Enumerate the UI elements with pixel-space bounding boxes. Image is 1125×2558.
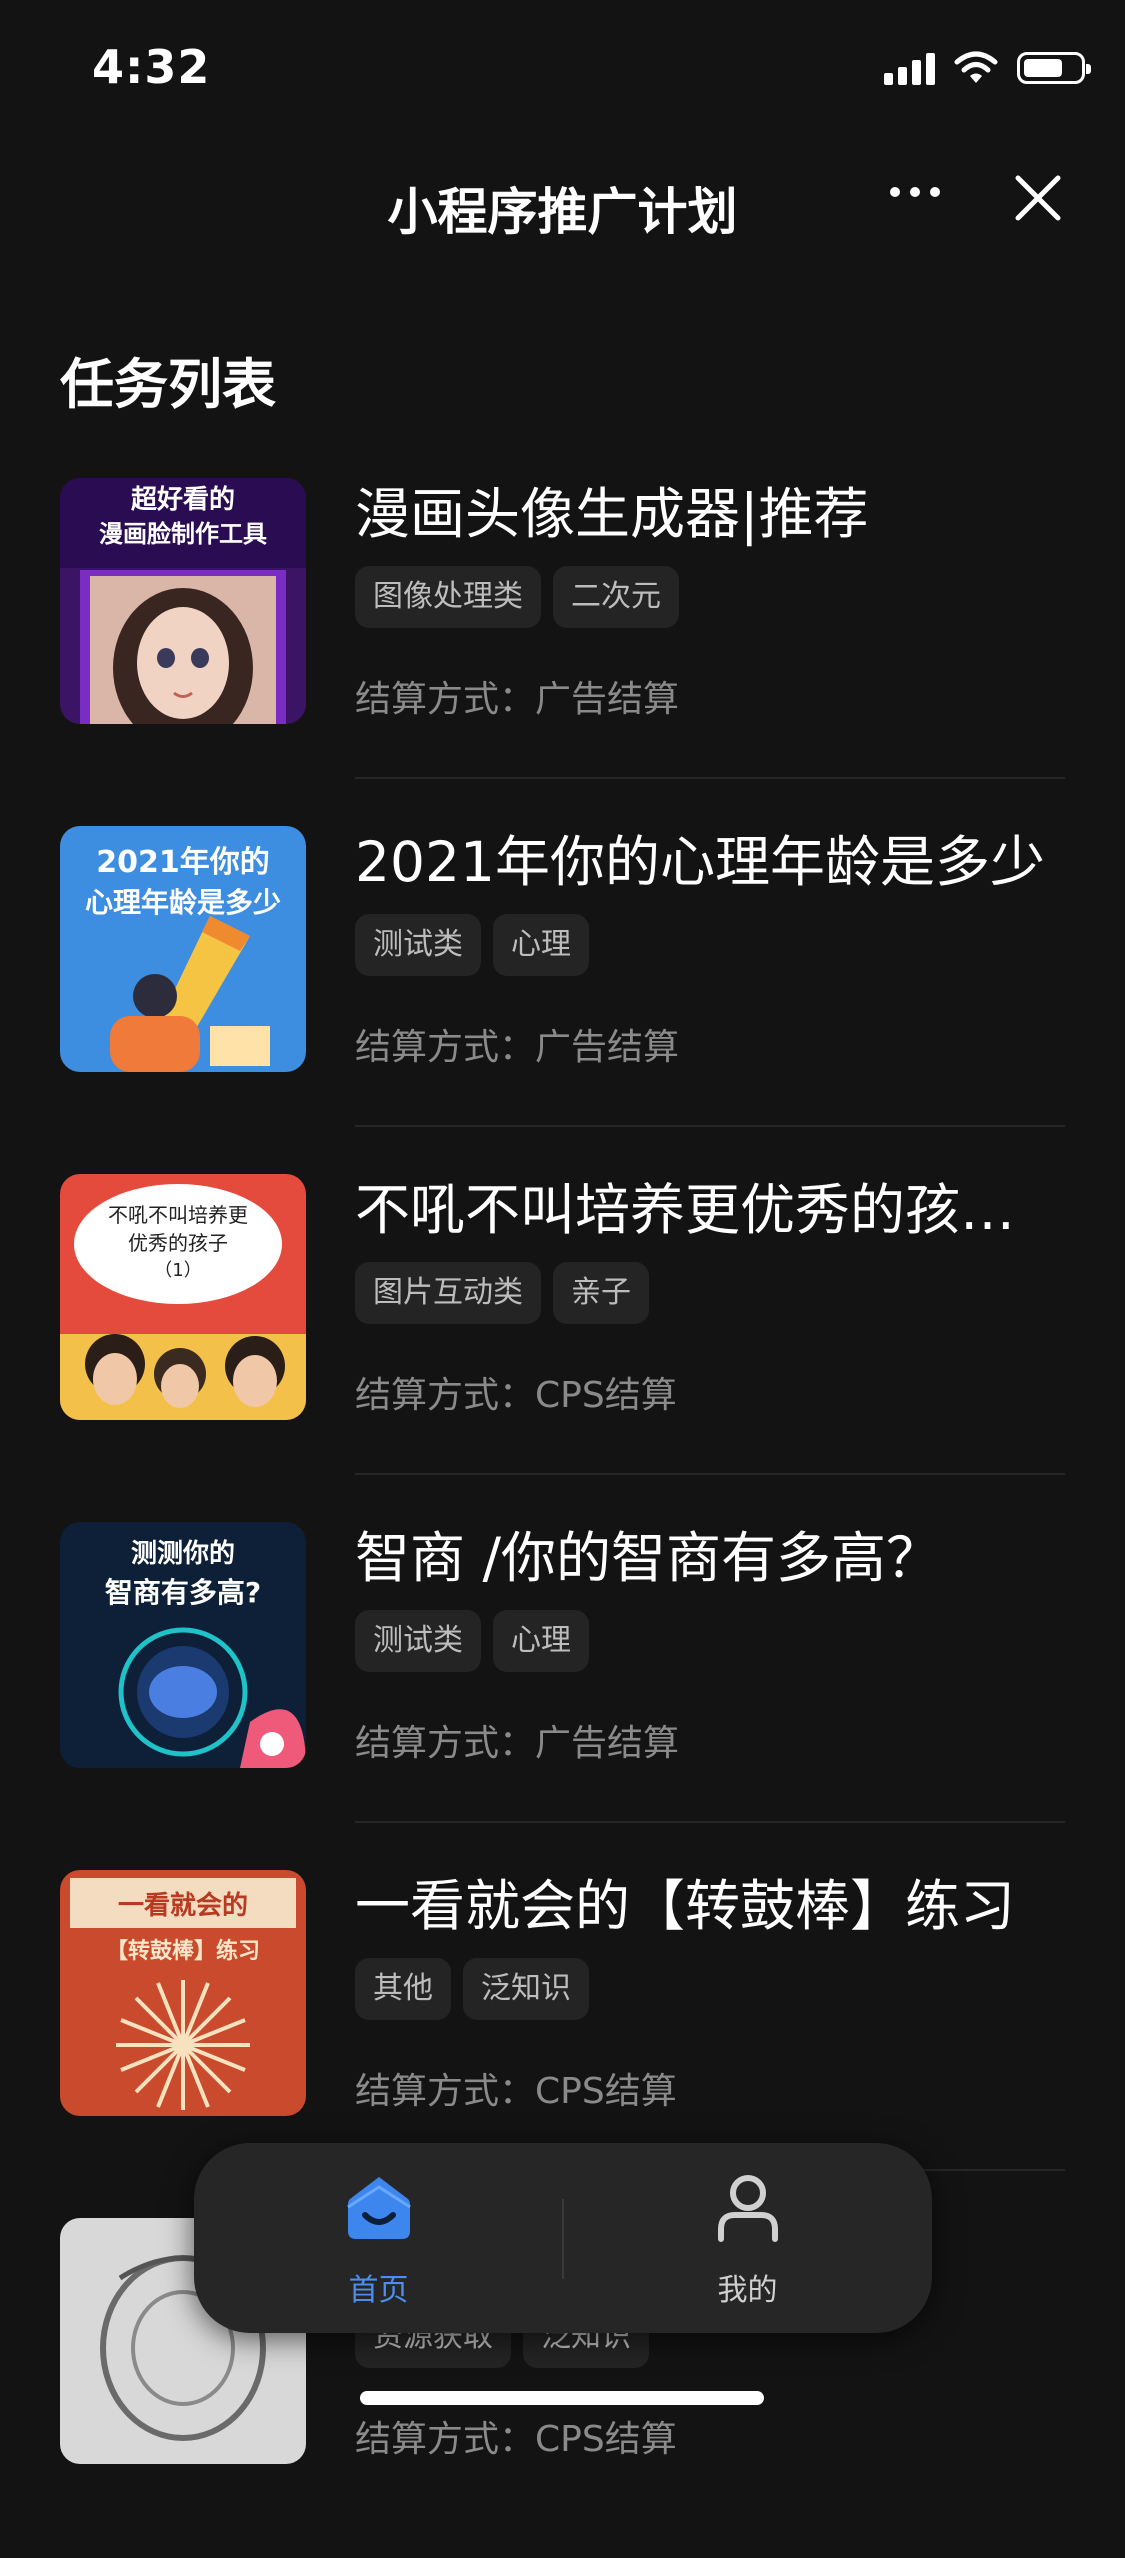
divider bbox=[355, 777, 1065, 779]
tab-mine-label: 我的 bbox=[717, 2273, 778, 2308]
task-title: 不吼不叫培养更优秀的孩子… bbox=[355, 1178, 1065, 1242]
tab-mine[interactable]: 我的 bbox=[563, 2143, 932, 2333]
battery-icon bbox=[1017, 52, 1091, 84]
task-tag: 其他 bbox=[355, 1958, 451, 2020]
task-tag: 测试类 bbox=[355, 914, 481, 976]
settlement-method: 结算方式：广告结算 bbox=[355, 1027, 680, 1068]
svg-text:超好看的: 超好看的 bbox=[131, 484, 235, 515]
svg-text:【转鼓棒】练习: 【转鼓棒】练习 bbox=[106, 1938, 260, 1964]
home-icon bbox=[347, 2177, 411, 2239]
task-tag: 亲子 bbox=[553, 1262, 649, 1324]
status-time: 4:32 bbox=[92, 40, 211, 94]
ellipsis-icon bbox=[890, 187, 940, 197]
task-tags: 图像处理类 二次元 bbox=[355, 566, 679, 628]
svg-text:智商有多高?: 智商有多高? bbox=[105, 1576, 261, 1609]
svg-text:（1）: （1） bbox=[154, 1260, 201, 1281]
svg-text:测测你的: 测测你的 bbox=[131, 1538, 235, 1569]
task-thumbnail: 超好看的 漫画脸制作工具 bbox=[60, 478, 306, 724]
task-tags: 测试类 心理 bbox=[355, 1610, 589, 1672]
svg-text:2021年你的: 2021年你的 bbox=[96, 845, 270, 880]
task-tag: 心理 bbox=[493, 1610, 589, 1672]
task-thumbnail: 不吼不叫培养更 优秀的孩子 （1） bbox=[60, 1174, 306, 1420]
task-tags: 图片互动类 亲子 bbox=[355, 1262, 649, 1324]
task-tag: 泛知识 bbox=[463, 1958, 589, 2020]
more-button[interactable] bbox=[880, 172, 950, 222]
home-indicator bbox=[360, 2391, 764, 2405]
task-title: 2021年你的心理年龄是多少 bbox=[355, 830, 1045, 894]
task-tag: 心理 bbox=[493, 914, 589, 976]
task-title: 智商 /你的智商有多高？ bbox=[355, 1526, 942, 1590]
divider bbox=[355, 1125, 1065, 1127]
settlement-method: 结算方式：CPS结算 bbox=[355, 2419, 677, 2460]
task-item[interactable]: 2021年你的 心理年龄是多少 2021年你的心理年龄是多少 测试类 心理 结算… bbox=[0, 818, 1125, 1166]
tab-home[interactable]: 首页 bbox=[194, 2143, 563, 2333]
svg-text:心理年龄是多少: 心理年龄是多少 bbox=[85, 886, 281, 919]
task-title: 一看就会的【转鼓棒】练习 bbox=[355, 1874, 1016, 1938]
settlement-method: 结算方式：CPS结算 bbox=[355, 2071, 677, 2112]
task-item[interactable]: 测测你的 智商有多高? 智商 /你的智商有多高？ 测试类 心理 结算方式：广告结… bbox=[0, 1514, 1125, 1862]
settlement-method: 结算方式：广告结算 bbox=[355, 1723, 680, 1764]
task-tags: 其他 泛知识 bbox=[355, 1958, 589, 2020]
task-thumbnail: 测测你的 智商有多高? bbox=[60, 1522, 306, 1768]
task-item[interactable]: 超好看的 漫画脸制作工具 漫画头像生成器|推荐 图像处理类 二次元 结算方式：广… bbox=[0, 470, 1125, 818]
close-button[interactable] bbox=[1010, 170, 1066, 226]
task-thumbnail: 一看就会的 【转鼓棒】练习 bbox=[60, 1870, 306, 2116]
task-item[interactable]: 不吼不叫培养更 优秀的孩子 （1） 不吼不叫培养更优秀的孩子… 图片互动类 亲子… bbox=[0, 1166, 1125, 1514]
task-tag: 图片互动类 bbox=[355, 1262, 541, 1324]
status-icons bbox=[884, 48, 1091, 88]
task-title: 漫画头像生成器|推荐 bbox=[355, 482, 869, 546]
settlement-method: 结算方式：广告结算 bbox=[355, 679, 680, 720]
signal-icon bbox=[884, 51, 935, 85]
nav-bar: 小程序推广计划 bbox=[0, 150, 1125, 260]
tab-bar: 首页 我的 bbox=[194, 2143, 932, 2333]
section-title: 任务列表 bbox=[60, 353, 276, 416]
task-tag: 测试类 bbox=[355, 1610, 481, 1672]
svg-text:优秀的孩子: 优秀的孩子 bbox=[128, 1231, 228, 1255]
svg-text:一看就会的: 一看就会的 bbox=[118, 1890, 248, 1921]
close-icon bbox=[1015, 175, 1061, 221]
task-thumbnail: 2021年你的 心理年龄是多少 bbox=[60, 826, 306, 1072]
page-title: 小程序推广计划 bbox=[387, 183, 738, 241]
task-tags: 测试类 心理 bbox=[355, 914, 589, 976]
svg-text:漫画脸制作工具: 漫画脸制作工具 bbox=[99, 520, 267, 548]
user-icon bbox=[718, 2175, 778, 2242]
status-bar: 4:32 bbox=[0, 0, 1125, 135]
wifi-icon bbox=[954, 51, 998, 83]
svg-text:不吼不叫培养更: 不吼不叫培养更 bbox=[108, 1203, 248, 1227]
tab-home-label: 首页 bbox=[348, 2273, 409, 2308]
divider bbox=[355, 1821, 1065, 1823]
task-tag: 二次元 bbox=[553, 566, 679, 628]
task-tag: 图像处理类 bbox=[355, 566, 541, 628]
settlement-method: 结算方式：CPS结算 bbox=[355, 1375, 677, 1416]
divider bbox=[355, 1473, 1065, 1475]
